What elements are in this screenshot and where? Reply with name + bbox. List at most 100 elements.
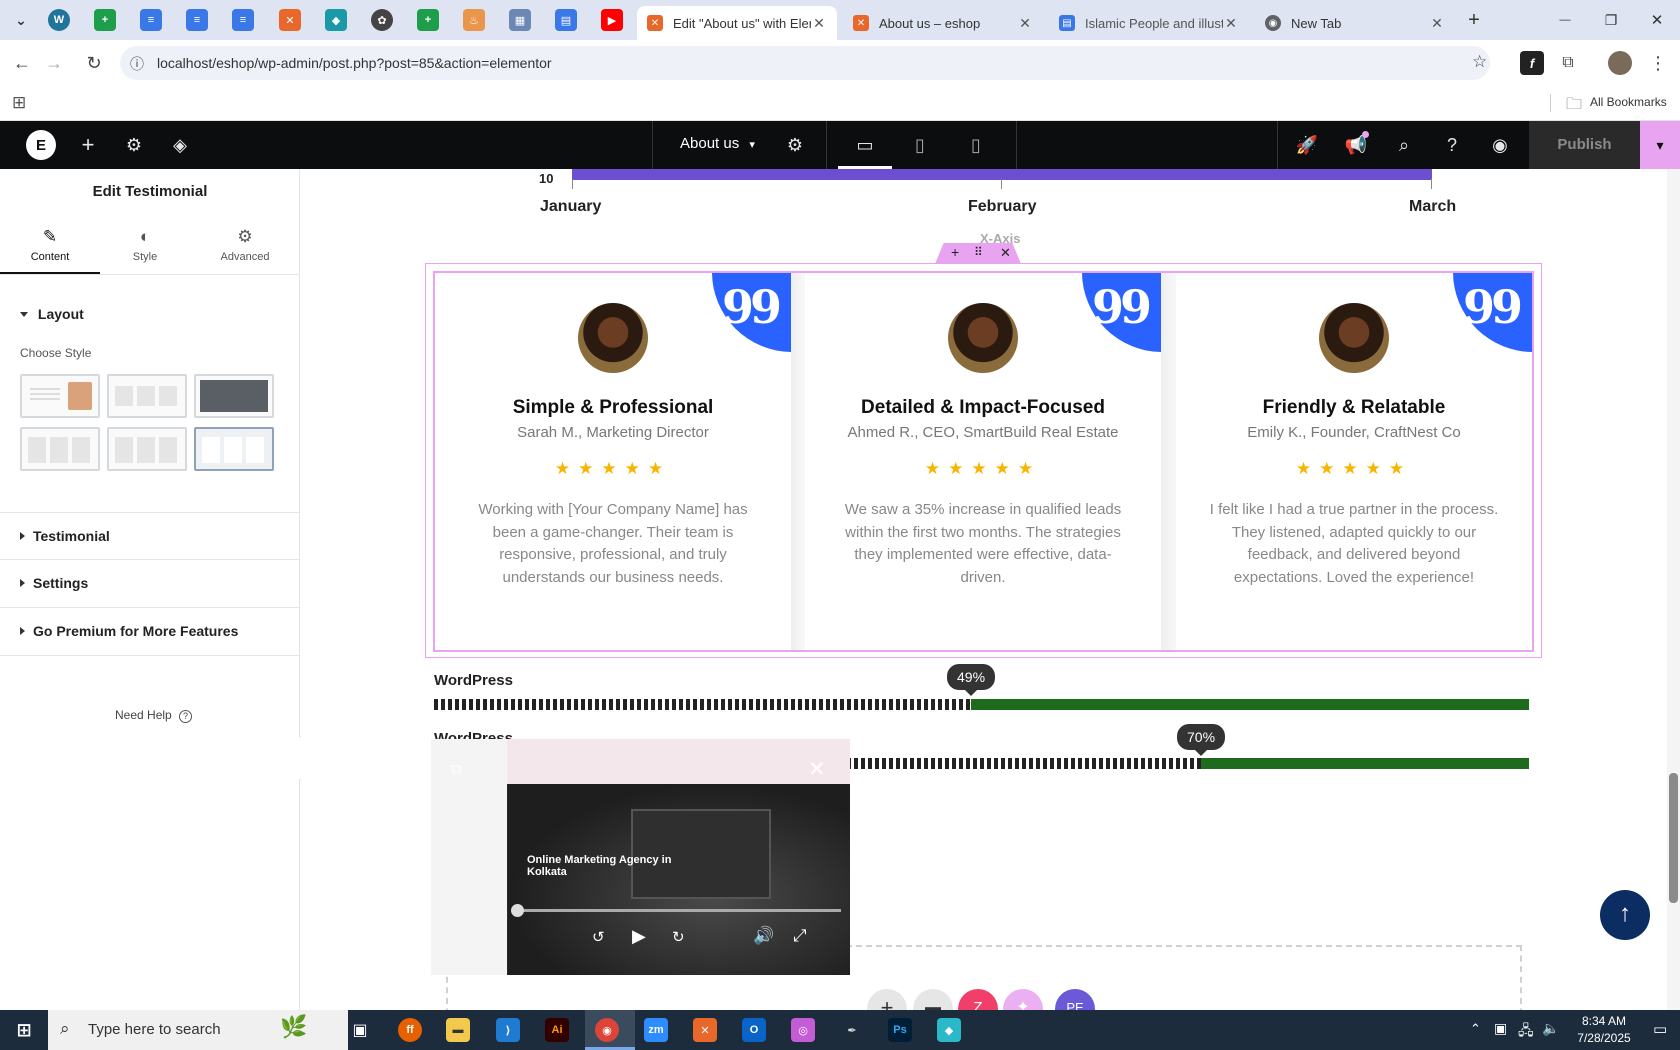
task-view-icon[interactable]: ▣ <box>348 1018 372 1042</box>
fullscreen-icon[interactable]: ⤢ <box>793 926 807 946</box>
pinned-tab-docs-icon[interactable]: ≡ <box>140 9 162 31</box>
new-tab-plus-icon[interactable]: + <box>1463 9 1485 31</box>
address-bar[interactable]: ⓘ localhost/eshop/wp-admin/post.php?post… <box>120 46 1490 80</box>
forward-arrow-icon[interactable]: → <box>42 51 66 75</box>
window-close-icon[interactable]: ✕ <box>1646 9 1668 31</box>
window-restore-icon[interactable]: ❐ <box>1600 9 1622 31</box>
firefox-icon[interactable]: ff <box>398 1018 422 1042</box>
pinned-tab-xampp-icon[interactable]: ✕ <box>279 9 301 31</box>
page-switcher[interactable]: About us ▾ <box>680 135 755 152</box>
pinned-tab-site-icon[interactable]: ◆ <box>325 9 347 31</box>
tab-islamic-people[interactable]: ▤ Islamic People and illustra ✕ <box>1049 6 1249 40</box>
rewind-icon[interactable]: ↺ <box>592 928 605 946</box>
window-minimize-icon[interactable]: — <box>1554 9 1576 31</box>
testimonial-section[interactable]: Testimonial <box>0 512 300 560</box>
tab-close-icon[interactable]: ✕ <box>1017 15 1033 32</box>
pinned-tab-docs-icon[interactable]: ≡ <box>186 9 208 31</box>
notification-center-icon[interactable]: ▭ <box>1653 1020 1667 1038</box>
tab-edit-about-us[interactable]: ✕ Edit "About us" with Elem ✕ <box>637 6 837 40</box>
style-option-1[interactable] <box>20 374 100 418</box>
need-help-link[interactable]: Need Help ? <box>115 708 193 723</box>
publish-button[interactable]: Publish <box>1529 121 1640 169</box>
pinned-tab-wordpress-icon[interactable]: W <box>48 9 70 31</box>
tab-content[interactable]: ✎ Content <box>0 227 100 287</box>
zoom-icon[interactable]: zm <box>644 1018 668 1042</box>
pinned-tab-docs-icon[interactable]: ≡ <box>232 9 254 31</box>
tab-about-us-eshop[interactable]: ✕ About us – eshop ✕ <box>843 6 1043 40</box>
site-info-icon[interactable]: ⓘ <box>130 54 144 74</box>
pip-close-icon[interactable]: ✕ <box>808 757 826 782</box>
volume-icon[interactable]: 🔊 <box>753 926 774 946</box>
site-settings-sliders-icon[interactable]: ⚙ <box>122 133 146 157</box>
pinned-tab-forms-icon[interactable]: ▤ <box>555 9 577 31</box>
network-icon[interactable]: 🖧 <box>1518 1020 1534 1044</box>
tab-close-icon[interactable]: ✕ <box>1223 15 1239 32</box>
extensions-puzzle-icon[interactable]: ⧉ <box>1556 51 1580 75</box>
chrome-icon[interactable]: ◉ <box>595 1018 619 1042</box>
scrollbar-thumb[interactable] <box>1669 773 1678 903</box>
taskbar-search-box[interactable]: ⌕ Type here to search 🌿 <box>48 1010 348 1050</box>
style-option-4[interactable] <box>20 427 100 471</box>
elementor-logo-icon[interactable]: E <box>26 130 56 160</box>
preview-eye-icon[interactable]: ◉ <box>1488 133 1512 157</box>
launchpad-rocket-icon[interactable]: 🚀 <box>1295 133 1319 157</box>
pinned-tab-sheets-icon[interactable]: + <box>417 9 439 31</box>
tab-close-icon[interactable]: ✕ <box>811 15 827 32</box>
tab-advanced[interactable]: ⚙ Advanced <box>195 227 295 287</box>
layout-section-header[interactable]: Layout <box>20 306 84 322</box>
tab-menu-icon[interactable]: ⌄ <box>10 9 32 31</box>
tray-chevron-icon[interactable]: ⌃ <box>1470 1021 1481 1037</box>
pinned-tab-chatgpt-icon[interactable]: ✿ <box>371 9 393 31</box>
tray-app-icon[interactable]: ▣ <box>1494 1020 1507 1037</box>
tablet-view-icon[interactable]: ▯ <box>908 133 932 157</box>
illustrator-icon[interactable]: Ai <box>545 1018 569 1042</box>
all-bookmarks-link[interactable]: All Bookmarks <box>1590 95 1667 109</box>
profile-avatar[interactable] <box>1608 51 1632 75</box>
video-progress-handle[interactable] <box>511 904 524 917</box>
add-section-plus-icon[interactable]: + <box>951 244 959 260</box>
volume-tray-icon[interactable]: 🔈 <box>1542 1020 1559 1037</box>
tab-close-icon[interactable]: ✕ <box>1429 15 1445 32</box>
style-option-6-selected[interactable] <box>194 427 274 471</box>
bookmark-star-icon[interactable]: ☆ <box>1472 52 1487 72</box>
windows-start-icon[interactable]: ⊞ <box>12 1018 36 1042</box>
browser-menu-icon[interactable]: ⋮ <box>1646 51 1670 75</box>
drag-section-icon[interactable]: ⠿ <box>974 245 983 259</box>
tab-new-tab[interactable]: ◉ New Tab ✕ <box>1255 6 1455 40</box>
style-option-5[interactable] <box>107 427 187 471</box>
pinned-tab-sheets-icon[interactable]: + <box>94 9 116 31</box>
pen-tool-icon[interactable]: ✒ <box>840 1018 864 1042</box>
forward-icon[interactable]: ↻ <box>672 928 685 946</box>
add-element-plus-icon[interactable]: + <box>76 132 100 157</box>
reload-icon[interactable]: ↻ <box>82 51 106 75</box>
desktop-view-icon[interactable]: ▭ <box>853 133 877 157</box>
photoshop-icon[interactable]: Ps <box>888 1018 912 1042</box>
pinned-tab-grid-icon[interactable]: ▦ <box>509 9 531 31</box>
style-option-2[interactable] <box>107 374 187 418</box>
delete-section-icon[interactable]: ✕ <box>1000 245 1011 261</box>
canvas-scrollbar[interactable] <box>1667 169 1680 1010</box>
play-icon[interactable]: ▶ <box>632 926 646 947</box>
video-progress-track[interactable] <box>516 909 841 912</box>
help-question-icon[interactable]: ? <box>1440 133 1464 157</box>
extension-f-icon[interactable]: f <box>1520 51 1544 75</box>
outlook-icon[interactable]: O <box>742 1018 766 1042</box>
tab-style[interactable]: ◐ Style <box>95 227 195 287</box>
finder-search-icon[interactable]: ⌕ <box>1392 133 1416 157</box>
vscode-icon[interactable]: ⟩ <box>496 1018 520 1042</box>
pinned-tab-youtube-icon[interactable]: ▶ <box>601 9 623 31</box>
app-diamond-icon[interactable]: ◆ <box>937 1018 961 1042</box>
go-premium-section[interactable]: Go Premium for More Features <box>0 608 300 656</box>
mobile-view-icon[interactable]: ▯ <box>964 133 988 157</box>
style-option-3[interactable] <box>194 374 274 418</box>
page-settings-gear-icon[interactable]: ⚙ <box>783 133 807 157</box>
publish-options-chevron-icon[interactable]: ▾ <box>1640 121 1680 169</box>
structure-layers-icon[interactable]: ◈ <box>168 133 192 157</box>
app-icon[interactable]: ◎ <box>791 1018 815 1042</box>
clock[interactable]: 8:34 AM 7/28/2025 <box>1560 1013 1648 1047</box>
scroll-to-top-button[interactable]: ↑ <box>1600 890 1650 940</box>
pinned-tab-app-icon[interactable]: ♨ <box>463 9 485 31</box>
apps-grid-icon[interactable]: ⊞ <box>12 93 26 113</box>
pip-back-to-tab-icon[interactable]: ⧉ <box>451 761 462 778</box>
settings-section[interactable]: Settings <box>0 560 300 608</box>
